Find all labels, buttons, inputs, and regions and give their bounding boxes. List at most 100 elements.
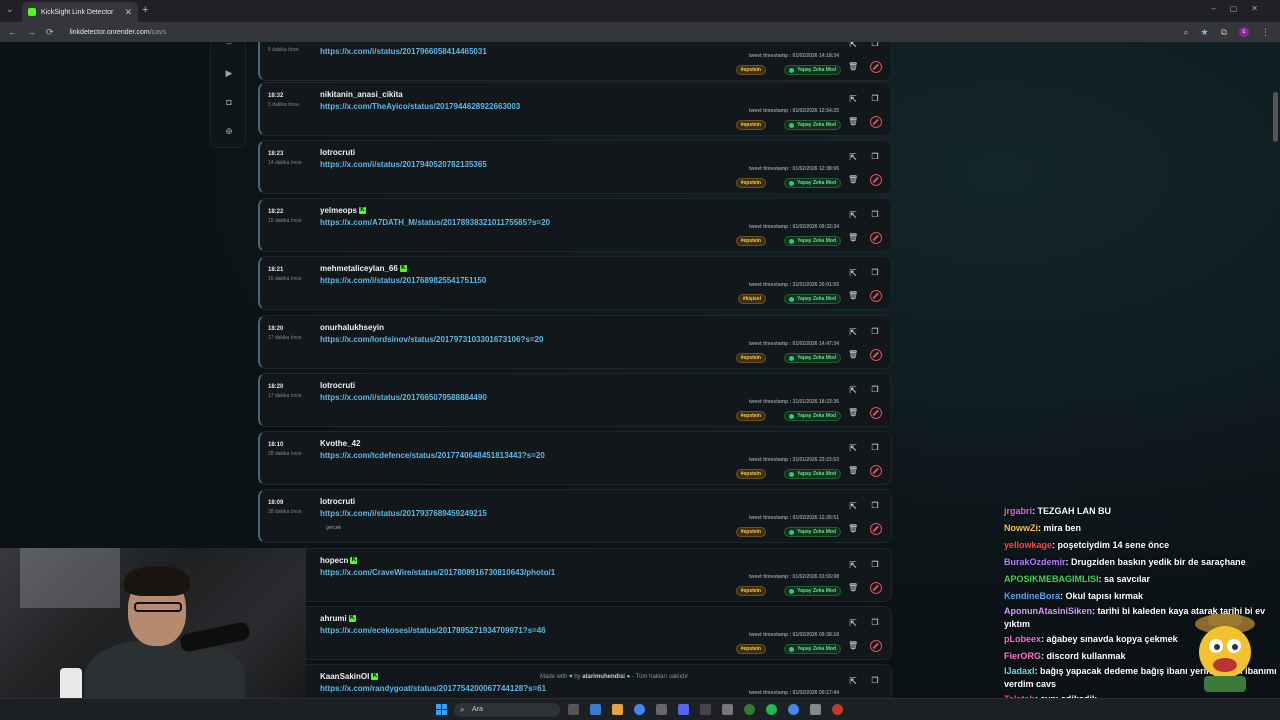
external-link-icon[interactable]: ⇱ — [848, 268, 858, 278]
row-link[interactable]: https://x.com/i/status/20176898255417511… — [320, 276, 486, 285]
external-link-icon[interactable]: ⇱ — [848, 152, 858, 162]
copy-icon[interactable]: ❐ — [870, 268, 880, 278]
copy-icon[interactable]: ❐ — [870, 210, 880, 220]
app-icon[interactable] — [810, 704, 821, 715]
external-link-icon[interactable]: ⇱ — [848, 443, 858, 453]
extensions-icon[interactable]: ⧉ — [1221, 27, 1227, 38]
windows-start-icon[interactable] — [436, 704, 447, 715]
external-link-icon[interactable]: ⇱ — [848, 94, 858, 104]
trash-icon[interactable]: 🗑 — [848, 408, 858, 418]
app-icon[interactable] — [744, 704, 755, 715]
chat-nick[interactable]: jrgabri — [1004, 506, 1032, 516]
camera-icon[interactable]: ▶ — [224, 68, 234, 78]
row-link[interactable]: https://x.com/tcdefence/status/201774064… — [320, 451, 545, 460]
block-icon[interactable] — [870, 349, 882, 361]
external-link-icon[interactable]: ⇱ — [848, 676, 858, 686]
trash-icon[interactable]: 🗑 — [848, 117, 858, 127]
discord-icon[interactable] — [678, 704, 689, 715]
copy-icon[interactable]: ❐ — [870, 152, 880, 162]
trash-icon[interactable]: 🗑 — [848, 583, 858, 593]
block-icon[interactable] — [870, 116, 882, 128]
chat-nick[interactable]: FierORG — [1004, 651, 1041, 661]
row-link[interactable]: https://x.com/i/status/20179376894592492… — [320, 509, 487, 518]
row-link[interactable]: https://x.com/A7DATH_M/status/2017893832… — [320, 218, 550, 227]
taskbar-search[interactable]: Ara — [454, 703, 560, 717]
row-link[interactable]: https://x.com/CraveWire/status/201780891… — [320, 568, 555, 577]
trash-icon[interactable]: 🗑 — [848, 175, 858, 185]
url-field[interactable]: linkdetector.onrender.com/cavs — [70, 29, 167, 36]
zoom-icon[interactable]: ⌕ — [1183, 27, 1188, 38]
bookmark-star-icon[interactable]: ★ — [1200, 27, 1208, 38]
chrome-icon[interactable] — [788, 704, 799, 715]
copy-icon[interactable]: ❐ — [870, 443, 880, 453]
profile-avatar[interactable]: c — [1239, 27, 1249, 37]
app-icon[interactable] — [722, 704, 733, 715]
chat-nick[interactable]: APOSIKMEBAGIMLISI — [1004, 574, 1099, 584]
external-link-icon[interactable]: ⇱ — [848, 210, 858, 220]
app-icon[interactable] — [590, 704, 601, 715]
row-link[interactable]: https://x.com/i/status/20179660584144650… — [320, 47, 487, 56]
close-tab-icon[interactable]: ✕ — [124, 7, 132, 18]
browser-tab[interactable]: KickSight Link Detector ✕ — [22, 2, 138, 22]
trash-icon[interactable]: 🗑 — [848, 350, 858, 360]
trash-icon[interactable]: 🗑 — [848, 62, 858, 72]
chat-nick[interactable]: yellowkage — [1004, 540, 1052, 550]
app-icon[interactable] — [700, 704, 711, 715]
external-link-icon[interactable]: ⇱ — [848, 327, 858, 337]
globe-icon[interactable]: ⊕ — [224, 126, 234, 136]
app-icon[interactable] — [832, 704, 843, 715]
block-icon[interactable] — [870, 61, 882, 73]
block-icon[interactable] — [870, 523, 882, 535]
copy-icon[interactable]: ❐ — [870, 42, 880, 49]
trash-icon[interactable]: 🗑 — [848, 233, 858, 243]
copy-icon[interactable]: ❐ — [870, 560, 880, 570]
trash-icon[interactable]: 🗑 — [848, 291, 858, 301]
menu-icon[interactable]: ⋮ — [1261, 27, 1270, 38]
row-link[interactable]: https://x.com/ecekosesi/status/201789527… — [320, 626, 546, 635]
block-icon[interactable] — [870, 582, 882, 594]
tab-search-icon[interactable]: ⌄ — [6, 4, 14, 15]
block-icon[interactable] — [870, 465, 882, 477]
file-explorer-icon[interactable] — [612, 704, 623, 715]
block-icon[interactable] — [870, 232, 882, 244]
block-icon[interactable] — [870, 407, 882, 419]
window-controls[interactable]: –▢✕ — [1211, 4, 1272, 13]
page-scrollbar[interactable] — [1273, 92, 1278, 142]
nav-buttons[interactable]: ←→⟳ — [8, 27, 64, 38]
chat-nick[interactable]: AponunAtasiniSiken — [1004, 606, 1092, 616]
external-link-icon[interactable]: ⇱ — [848, 618, 858, 628]
app-icon[interactable] — [656, 704, 667, 715]
task-view-icon[interactable] — [568, 704, 579, 715]
external-link-icon[interactable]: ⇱ — [848, 501, 858, 511]
trash-icon[interactable]: 🗑 — [848, 524, 858, 534]
chat-nick[interactable]: pLobeex — [1004, 634, 1041, 644]
new-tab-button[interactable]: + — [142, 4, 148, 16]
trash-icon[interactable]: 🗑 — [848, 641, 858, 651]
menu-icon[interactable]: – — [224, 42, 234, 48]
copy-icon[interactable]: ❐ — [870, 618, 880, 628]
external-link-icon[interactable]: ⇱ — [848, 560, 858, 570]
copy-icon[interactable]: ❐ — [870, 327, 880, 337]
trash-icon[interactable]: 🗑 — [848, 466, 858, 476]
copy-icon[interactable]: ❐ — [870, 501, 880, 511]
chat-nick[interactable]: NowwZi — [1004, 523, 1038, 533]
chat-nick[interactable]: KendineBora — [1004, 591, 1060, 601]
external-link-icon[interactable]: ⇱ — [848, 385, 858, 395]
copy-icon[interactable]: ❐ — [870, 676, 880, 686]
copy-icon[interactable]: ❐ — [870, 94, 880, 104]
copy-icon[interactable]: ❐ — [870, 385, 880, 395]
row-link[interactable]: https://x.com/i/status/20179405207821353… — [320, 160, 487, 169]
chrome-icon[interactable] — [634, 704, 645, 715]
photo-icon[interactable]: ◘ — [224, 97, 234, 107]
block-icon[interactable] — [870, 174, 882, 186]
external-link-icon[interactable]: ⇱ — [848, 42, 858, 49]
row-link[interactable]: https://x.com/TheAyico/status/2017944628… — [320, 102, 520, 111]
chat-nick[interactable]: BurakOzdemir — [1004, 557, 1066, 567]
row-link[interactable]: https://x.com/lordsinov/status/201797310… — [320, 335, 543, 344]
spotify-icon[interactable] — [766, 704, 777, 715]
block-icon[interactable] — [870, 640, 882, 652]
row-link[interactable]: https://x.com/i/status/20176650795888844… — [320, 393, 487, 402]
row-link[interactable]: https://x.com/randygoat/status/201775420… — [320, 684, 546, 693]
block-icon[interactable] — [870, 290, 882, 302]
chat-nick[interactable]: lJadaxl — [1004, 666, 1035, 676]
